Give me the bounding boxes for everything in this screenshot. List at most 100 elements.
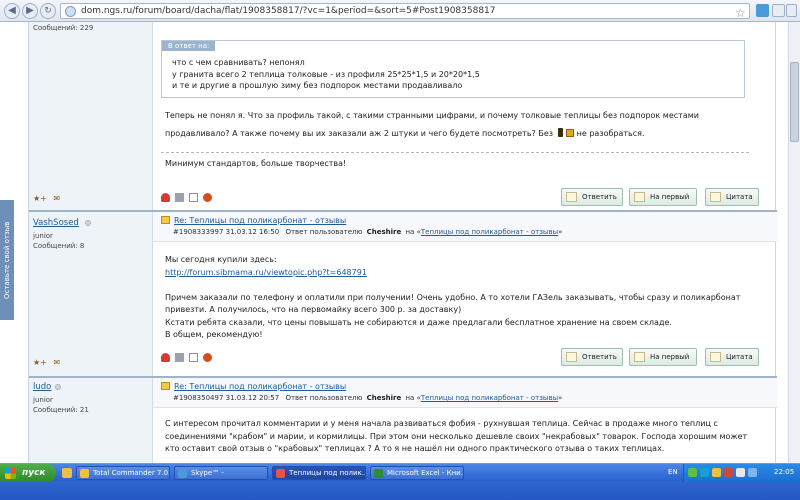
forward-arrow-icon[interactable]: ▶ (22, 3, 38, 19)
like-heart-icon[interactable] (161, 353, 170, 362)
author-panel: ludo junior Сообщений: 21 (29, 378, 153, 463)
post-body: Re: Теплицы под поликарбонат - отзывы #1… (153, 378, 777, 463)
print-icon[interactable] (175, 193, 184, 202)
report-icon[interactable] (203, 353, 212, 362)
reply-button[interactable]: Ответить (561, 348, 623, 366)
tray-display-icon[interactable] (748, 468, 757, 477)
quote-button[interactable]: Цитата (705, 188, 759, 206)
quote-button[interactable]: Цитата (705, 348, 759, 366)
quote-icon (710, 192, 721, 202)
post-meta: #1908333997 31.03.12 16:50 Ответ пользов… (173, 228, 562, 236)
quicklaunch-folder-icon[interactable] (62, 468, 72, 478)
tray-app-icon[interactable] (688, 468, 697, 477)
user-rank: junior (33, 396, 53, 404)
tray-security-icon[interactable] (724, 468, 733, 477)
like-heart-icon[interactable] (161, 193, 170, 202)
username-link[interactable]: ludo (33, 382, 51, 392)
message-count: Сообщений: 229 (33, 24, 94, 32)
task-excel[interactable]: Microsoft Excel - Кни... (370, 466, 464, 480)
page-content: Оставьте свой отзыв Сообщений: 229 ★+ ✉ … (0, 22, 800, 463)
skype-icon[interactable] (756, 4, 769, 17)
report-icon[interactable] (203, 193, 212, 202)
quote-label: В ответ на: (162, 41, 216, 51)
post-line: продавливало? А также почему вы их заказ… (165, 127, 645, 138)
reload-icon[interactable]: ↻ (40, 3, 56, 19)
message-count: Сообщений: 21 (33, 406, 89, 414)
forum-post: ludo junior Сообщений: 21 Re: Теплицы по… (29, 378, 777, 463)
post-line: Причем заказали по телефону и оплатили п… (165, 292, 741, 302)
external-link[interactable]: http://forum.sibmama.ru/viewtopic.php?t=… (165, 267, 740, 280)
post-text: Теперь не понял я. Что за профиль такой,… (165, 110, 699, 140)
meta-end: » (558, 228, 563, 236)
username-link[interactable]: VashSosed (33, 218, 79, 228)
language-indicator[interactable]: EN (668, 468, 678, 476)
reply-to-user[interactable]: Cheshire (367, 394, 402, 402)
add-friend-icon[interactable]: ★+ (33, 358, 47, 367)
post-title-link[interactable]: Re: Теплицы под поликарбонат - отзывы (161, 382, 346, 391)
bookmark-star-icon[interactable]: ☆ (735, 6, 746, 20)
save-page-icon[interactable] (189, 353, 198, 362)
topic-icon (161, 216, 170, 224)
beer-mug-icon (566, 128, 575, 137)
print-icon[interactable] (175, 353, 184, 362)
signature-divider (161, 152, 749, 153)
add-friend-icon[interactable]: ★+ (33, 194, 47, 203)
author-panel: Сообщений: 229 ★+ ✉ (29, 22, 153, 210)
url-text[interactable]: dom.ngs.ru/forum/board/dacha/flat/190835… (81, 6, 496, 16)
page-menu-icon[interactable] (772, 4, 785, 17)
offline-status-icon (55, 384, 61, 390)
quote-block: В ответ на: что с чем сравнивать? непоня… (161, 40, 745, 98)
wrench-icon[interactable] (786, 4, 797, 17)
excel-icon (374, 469, 383, 478)
post-text: С интересом прочитал комментарии и у мен… (165, 418, 747, 456)
private-message-icon[interactable]: ✉ (53, 194, 60, 203)
address-bar[interactable]: dom.ngs.ru/forum/board/dacha/flat/190835… (60, 3, 750, 20)
task-skype[interactable]: Skype™ - (174, 466, 268, 480)
offline-status-icon (85, 220, 91, 226)
start-button[interactable]: пуск (0, 464, 56, 482)
thread-link[interactable]: Теплицы под поликарбонат - отзывы (421, 228, 558, 236)
clock[interactable]: 22:05 (774, 468, 794, 476)
private-message-icon[interactable]: ✉ (53, 358, 60, 367)
to-first-button[interactable]: На первый (629, 348, 697, 366)
chrome-icon (276, 469, 285, 478)
task-total-commander[interactable]: Total Commander 7.0... (76, 466, 170, 480)
reply-to-user[interactable]: Cheshire (367, 228, 402, 236)
site-info-icon[interactable] (65, 6, 76, 17)
tray-volume-icon[interactable] (736, 468, 745, 477)
to-first-button[interactable]: На первый (629, 188, 697, 206)
quote-line: и те и другие в прошлую зиму без подпоро… (172, 81, 463, 90)
back-arrow-icon[interactable]: ◀ (4, 3, 20, 19)
topic-icon (161, 382, 170, 390)
thread-link[interactable]: Теплицы под поликарбонат - отзывы (421, 394, 558, 402)
author-actions: ★+ ✉ (33, 358, 60, 367)
post-body: Re: Теплицы под поликарбонат - отзывы #1… (153, 212, 777, 376)
task-browser[interactable]: Теплицы под полик... (272, 466, 366, 480)
post-header: Re: Теплицы под поликарбонат - отзывы #1… (153, 212, 777, 242)
tray-skype-icon[interactable] (700, 468, 709, 477)
reply-icon (566, 192, 577, 202)
save-page-icon[interactable] (189, 193, 198, 202)
page-scrollbar[interactable] (788, 22, 800, 463)
post-title-link[interactable]: Re: Теплицы под поликарбонат - отзывы (161, 216, 346, 225)
meta-end: » (558, 394, 563, 402)
forum-thread: Сообщений: 229 ★+ ✉ В ответ на: что с че… (28, 22, 777, 463)
scrollbar-thumb[interactable] (790, 62, 799, 142)
post-header: Re: Теплицы под поликарбонат - отзывы #1… (153, 378, 777, 408)
skype-icon (178, 469, 187, 478)
forum-post: VashSosed junior Сообщений: 8 ★+ ✉ Re: Т… (29, 212, 777, 376)
reply-button[interactable]: Ответить (561, 188, 623, 206)
post-id-date: #1908333997 31.03.12 16:50 (173, 228, 280, 236)
tray-network-icon[interactable] (712, 468, 721, 477)
post-line: С интересом прочитал комментарии и у мен… (165, 419, 718, 428)
windows-taskbar: пуск Total Commander 7.0... Skype™ - Теп… (0, 463, 800, 500)
meta-on: на « (405, 228, 421, 236)
quote-line: что с чем сравнивать? непонял (172, 58, 305, 67)
feedback-side-tab[interactable]: Оставьте свой отзыв (0, 200, 14, 320)
post-line: соединениями "крабом" и марии, и кормили… (165, 431, 748, 441)
reply-to-label: Ответ пользователю (285, 394, 363, 402)
post-meta: #1908350497 31.03.12 20:57 Ответ пользов… (173, 394, 562, 402)
to-first-icon (634, 192, 645, 202)
quote-text: что с чем сравнивать? непонял у гранита … (172, 57, 480, 92)
